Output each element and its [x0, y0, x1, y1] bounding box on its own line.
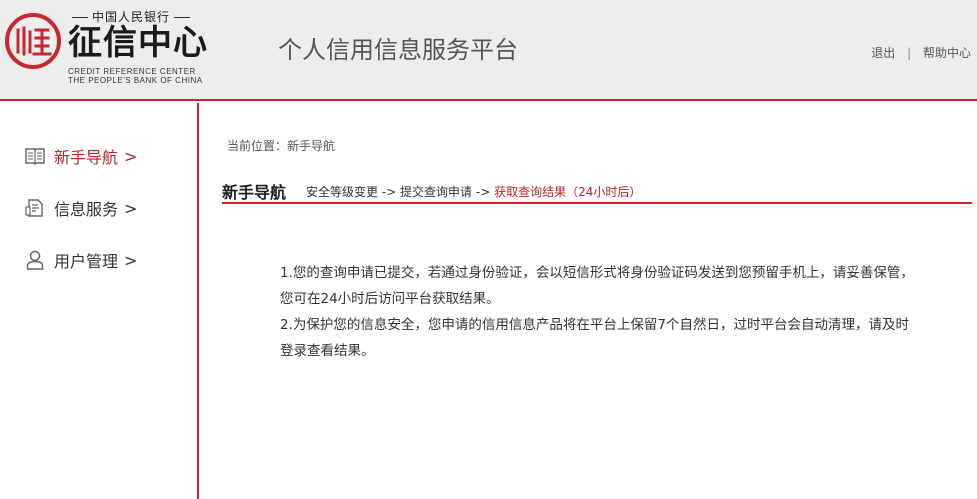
step-arrow: -> — [378, 185, 401, 199]
user-icon — [24, 249, 46, 271]
sidebar-item-label: 信息服务 — [54, 200, 119, 219]
header: 中国人民银行 征信中心 CREDIT REFERENCE CENTER THE … — [0, 0, 977, 101]
notice-paragraph: 2.为保护您的信息安全，您申请的信用信息产品将在平台上保留7个自然日，过时平台会… — [280, 317, 909, 359]
credit-center-logo-icon — [4, 12, 62, 70]
sidebar: 新手导航 > 信息服务 > 用户管理 > — [0, 103, 199, 499]
logo-english-line1: CREDIT REFERENCE CENTER — [68, 67, 196, 76]
help-center-link[interactable]: 帮助中心 — [923, 46, 971, 60]
sidebar-item-label: 新手导航 — [54, 148, 119, 167]
book-icon — [24, 145, 46, 167]
link-separator: | — [907, 46, 912, 60]
platform-title: 个人信用信息服务平台 — [278, 36, 518, 64]
step-arrow: -> — [472, 185, 495, 199]
step-security-level: 安全等级变更 — [306, 185, 379, 199]
chevron-right-icon: > — [124, 250, 138, 270]
chevron-right-icon: > — [124, 146, 138, 166]
logout-link[interactable]: 退出 — [871, 46, 895, 60]
logo-english-line2: THE PEOPLE'S BANK OF CHINA — [68, 76, 203, 85]
notice-content: 1.您的查询申请已提交，若通过身份验证，会以短信形式将身份验证码发送到您预留手机… — [280, 260, 920, 364]
logo-center-name: 征信中心 — [68, 23, 208, 63]
step-submit-query: 提交查询申请 — [400, 185, 473, 199]
header-links: 退出 | 帮助中心 — [871, 44, 971, 61]
section-title: 新手导航 — [222, 183, 287, 202]
sidebar-item-info-service[interactable]: 信息服务 > — [24, 195, 137, 221]
chevron-right-icon: > — [124, 198, 138, 218]
sidebar-item-beginner-guide[interactable]: 新手导航 > — [24, 143, 137, 169]
breadcrumb: 当前位置：新手导航 — [227, 139, 336, 153]
sidebar-item-label: 用户管理 — [54, 252, 119, 271]
sidebar-item-user-management[interactable]: 用户管理 > — [24, 247, 137, 273]
progress-steps: 安全等级变更 -> 提交查询申请 -> 获取查询结果（24小时后） — [306, 183, 641, 200]
section-header: 新手导航 安全等级变更 -> 提交查询申请 -> 获取查询结果（24小时后） — [222, 178, 972, 204]
document-icon — [24, 197, 46, 219]
step-get-result: 获取查询结果（24小时后） — [494, 185, 642, 199]
notice-paragraph: 1.您的查询申请已提交，若通过身份验证，会以短信形式将身份验证码发送到您预留手机… — [280, 265, 914, 307]
